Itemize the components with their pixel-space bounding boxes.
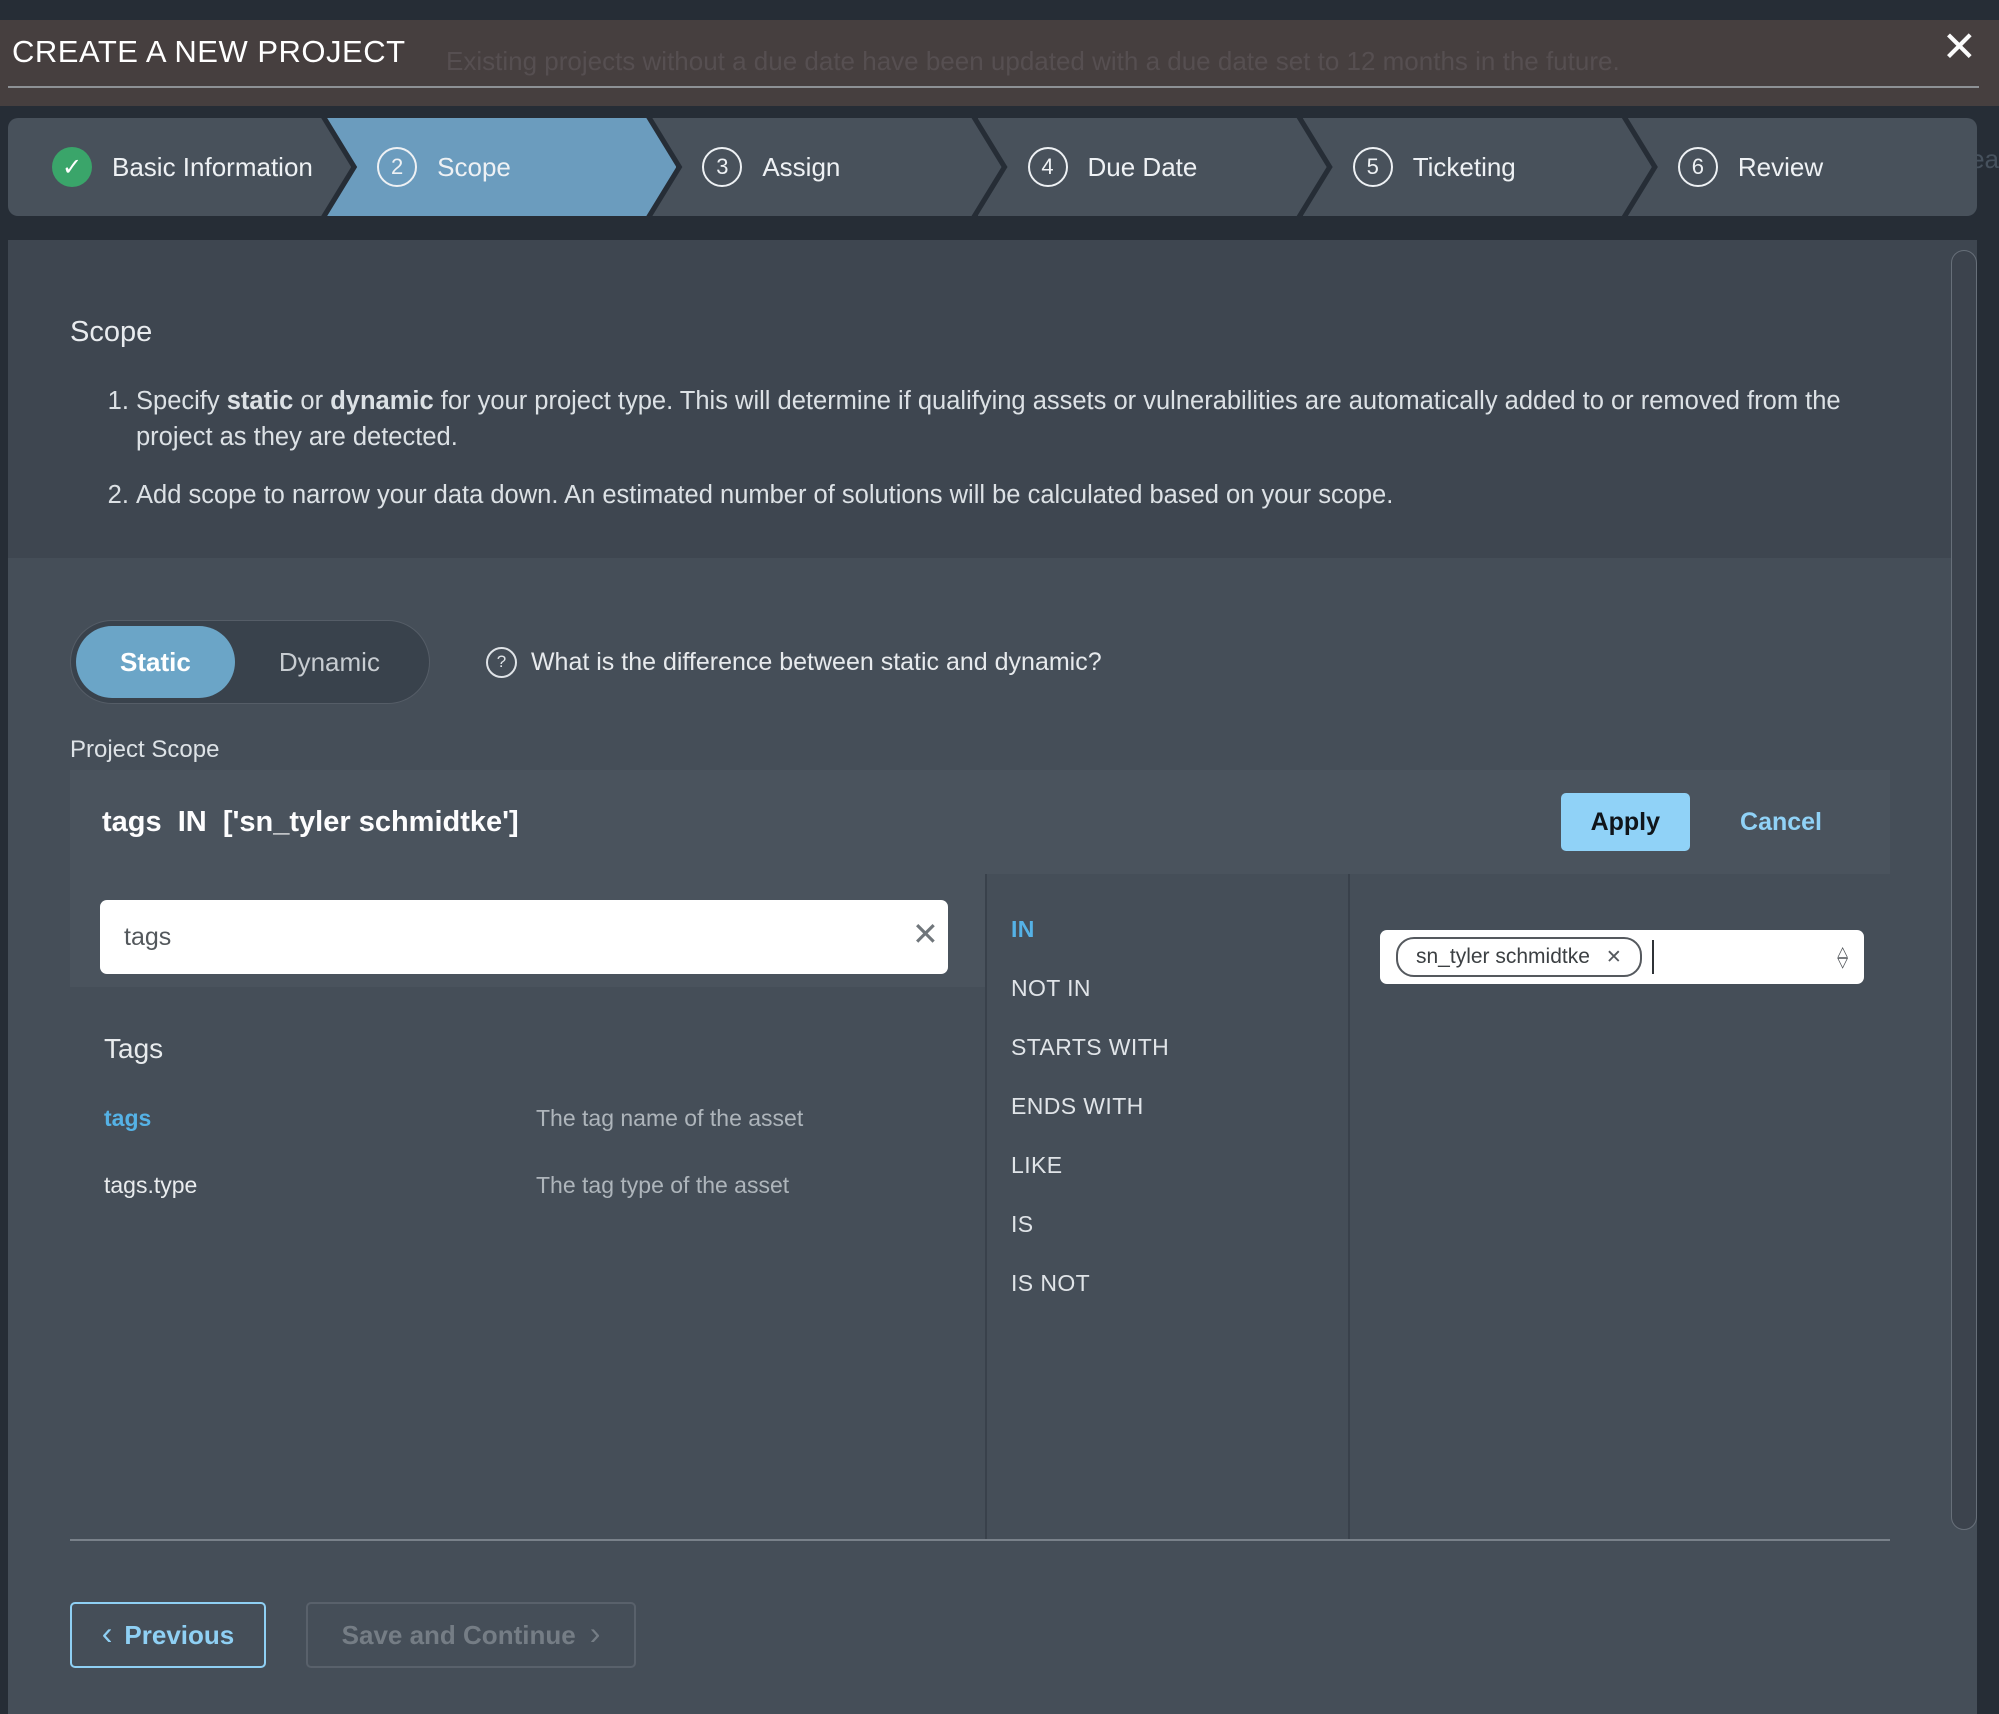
clear-search-icon[interactable]: ✕	[912, 918, 939, 950]
field-name: tags.type	[104, 1172, 536, 1199]
scope-expression: tags IN ['sn_tyler schmidtke']	[102, 806, 519, 839]
operator-starts-with[interactable]: STARTS WITH	[1011, 1034, 1348, 1061]
field-search-input[interactable]	[100, 900, 948, 974]
vertical-scrollbar[interactable]	[1951, 250, 1977, 1530]
field-row-tags[interactable]: tags The tag name of the asset	[104, 1105, 985, 1132]
modal-title-bar: CREATE A NEW PROJECT Existing projects w…	[0, 20, 1999, 106]
modal-title: CREATE A NEW PROJECT	[12, 34, 406, 70]
value-stepper[interactable]: △ ▽	[1837, 946, 1848, 968]
operator-in[interactable]: IN	[1011, 916, 1348, 943]
operator-column: IN NOT IN STARTS WITH ENDS WITH LIKE IS …	[985, 874, 1348, 1539]
field-name: tags	[104, 1105, 536, 1132]
operator-not-in[interactable]: NOT IN	[1011, 975, 1348, 1002]
help-text: What is the difference between static an…	[531, 648, 1102, 677]
step-label: Basic Information	[112, 152, 313, 183]
step-number: 5	[1353, 147, 1393, 187]
step-number: 6	[1678, 147, 1718, 187]
background-notice-text: Existing projects without a due date hav…	[446, 46, 1620, 77]
wizard-stepper: ✓ Basic Information 2 Scope 3 Assign 4 D…	[8, 118, 1977, 216]
value-chip: sn_tyler schmidtke ✕	[1396, 937, 1642, 977]
value-column: sn_tyler schmidtke ✕ △ ▽	[1348, 874, 1890, 1539]
step-basic-information[interactable]: ✓ Basic Information	[8, 118, 351, 216]
modal-body: Scope Specify static or dynamic for your…	[8, 240, 1977, 1714]
spinner-down-icon[interactable]: ▽	[1837, 957, 1848, 968]
chip-remove-icon[interactable]: ✕	[1606, 946, 1622, 969]
step-scope[interactable]: 2 Scope	[327, 118, 676, 216]
scope-instructions: Scope Specify static or dynamic for your…	[8, 240, 1977, 558]
operator-is[interactable]: IS	[1011, 1211, 1348, 1238]
step-number: 3	[702, 147, 742, 187]
value-input[interactable]: sn_tyler schmidtke ✕ △ ▽	[1380, 930, 1864, 984]
step-label: Scope	[437, 152, 511, 183]
step-label: Assign	[762, 152, 840, 183]
field-row-tags-type[interactable]: tags.type The tag type of the asset	[104, 1172, 985, 1199]
instruction-item-2: Add scope to narrow your data down. An e…	[136, 477, 1857, 513]
scope-expression-bar: tags IN ['sn_tyler schmidtke'] Apply Can…	[70, 770, 1890, 874]
previous-button[interactable]: ‹ Previous	[70, 1602, 266, 1668]
static-dynamic-help-link[interactable]: ? What is the difference between static …	[486, 647, 1102, 678]
operator-like[interactable]: LIKE	[1011, 1152, 1348, 1179]
field-column: ✕ Tags tags The tag name of the asset ta…	[70, 874, 985, 1539]
help-question-icon: ?	[486, 647, 517, 678]
save-and-continue-button[interactable]: Save and Continue ›	[306, 1602, 636, 1668]
toggle-option-dynamic[interactable]: Dynamic	[235, 626, 424, 698]
step-ticketing[interactable]: 5 Ticketing	[1303, 118, 1652, 216]
field-description: The tag name of the asset	[536, 1105, 803, 1132]
field-description: The tag type of the asset	[536, 1172, 789, 1199]
text-cursor	[1652, 940, 1654, 974]
step-number: 2	[377, 147, 417, 187]
field-search-wrap: ✕	[70, 874, 985, 987]
apply-button[interactable]: Apply	[1561, 793, 1690, 851]
close-icon[interactable]: ✕	[1942, 26, 1977, 68]
static-dynamic-toggle: Static Dynamic	[70, 620, 430, 704]
step-number: 4	[1028, 147, 1068, 187]
step-label: Review	[1738, 152, 1823, 183]
step-complete-check-icon: ✓	[52, 147, 92, 187]
toggle-option-static[interactable]: Static	[76, 626, 235, 698]
operator-is-not[interactable]: IS NOT	[1011, 1270, 1348, 1297]
step-label: Due Date	[1088, 152, 1198, 183]
step-due-date[interactable]: 4 Due Date	[978, 118, 1327, 216]
chevron-left-icon: ‹	[102, 1617, 113, 1649]
value-chip-text: sn_tyler schmidtke	[1416, 945, 1590, 969]
field-group-title: Tags	[104, 1033, 985, 1065]
cancel-button[interactable]: Cancel	[1734, 807, 1828, 838]
step-review[interactable]: 6 Review	[1628, 118, 1977, 216]
operator-ends-with[interactable]: ENDS WITH	[1011, 1093, 1348, 1120]
section-heading: Scope	[70, 316, 1857, 349]
project-scope-label: Project Scope	[70, 736, 219, 764]
scope-builder-panel: ✕ Tags tags The tag name of the asset ta…	[70, 874, 1890, 1541]
step-label: Ticketing	[1413, 152, 1516, 183]
titlebar-divider	[8, 86, 1979, 88]
step-assign[interactable]: 3 Assign	[652, 118, 1001, 216]
chevron-right-icon: ›	[590, 1617, 601, 1649]
instruction-item-1: Specify static or dynamic for your proje…	[136, 383, 1857, 455]
